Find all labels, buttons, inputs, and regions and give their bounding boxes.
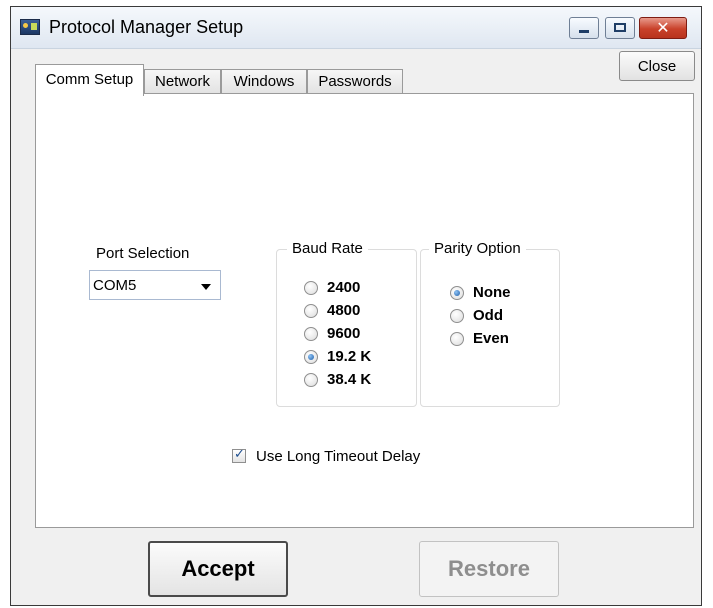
baud-option-label: 2400 bbox=[327, 279, 361, 296]
close-button[interactable]: Close bbox=[619, 51, 695, 81]
minimize-button[interactable] bbox=[569, 17, 599, 39]
tab-windows[interactable]: Windows bbox=[221, 69, 307, 93]
radio-button-selected-icon[interactable] bbox=[304, 350, 318, 364]
parity-option-group: Parity Option None Odd Even bbox=[420, 240, 560, 407]
restore-button: Restore bbox=[419, 541, 559, 597]
baud-option-label: 9600 bbox=[327, 325, 361, 342]
baud-option-label: 38.4 K bbox=[327, 371, 372, 388]
baud-option-label: 19.2 K bbox=[327, 348, 372, 365]
long-timeout-label: Use Long Timeout Delay bbox=[256, 448, 421, 465]
radio-button-selected-icon[interactable] bbox=[450, 286, 464, 300]
maximize-icon bbox=[614, 23, 626, 32]
radio-button-icon[interactable] bbox=[304, 327, 318, 341]
baud-rate-caption: Baud Rate bbox=[287, 240, 368, 257]
parity-option-label: Even bbox=[473, 330, 509, 347]
parity-option-caption: Parity Option bbox=[429, 240, 526, 257]
radio-button-icon[interactable] bbox=[450, 309, 464, 323]
port-selection-dropdown[interactable]: COM5 bbox=[89, 270, 221, 300]
window-title: Protocol Manager Setup bbox=[49, 17, 244, 37]
port-selection-value: COM5 bbox=[93, 277, 137, 294]
protocol-manager-window: Protocol Manager Setup ✕ Close Comm Setu… bbox=[10, 6, 702, 606]
close-x-icon: ✕ bbox=[656, 18, 670, 37]
radio-button-icon[interactable] bbox=[450, 332, 464, 346]
comm-setup-panel: Port Selection COM5 Baud Rate 2400 4800 … bbox=[35, 93, 694, 528]
long-timeout-checkbox[interactable]: ✓ bbox=[232, 447, 246, 463]
accept-button[interactable]: Accept bbox=[148, 541, 288, 597]
minimize-icon bbox=[579, 30, 589, 33]
radio-button-icon[interactable] bbox=[304, 281, 318, 295]
tab-passwords[interactable]: Passwords bbox=[307, 69, 403, 93]
title-bar[interactable]: Protocol Manager Setup ✕ bbox=[11, 7, 701, 49]
parity-option-label: Odd bbox=[473, 307, 503, 324]
tab-network[interactable]: Network bbox=[144, 69, 221, 93]
baud-rate-group: Baud Rate 2400 4800 9600 19.2 K 38.4 K bbox=[276, 240, 417, 407]
tab-comm-setup[interactable]: Comm Setup bbox=[35, 64, 144, 96]
chevron-down-icon bbox=[201, 284, 211, 290]
maximize-button[interactable] bbox=[605, 17, 635, 39]
baud-option-label: 4800 bbox=[327, 302, 361, 319]
window-close-button[interactable]: ✕ bbox=[639, 17, 687, 39]
radio-button-icon[interactable] bbox=[304, 373, 318, 387]
port-selection-label: Port Selection bbox=[96, 245, 190, 262]
app-icon bbox=[20, 19, 40, 35]
radio-button-icon[interactable] bbox=[304, 304, 318, 318]
checkmark-icon: ✓ bbox=[234, 447, 245, 462]
parity-option-label: None bbox=[473, 284, 511, 301]
